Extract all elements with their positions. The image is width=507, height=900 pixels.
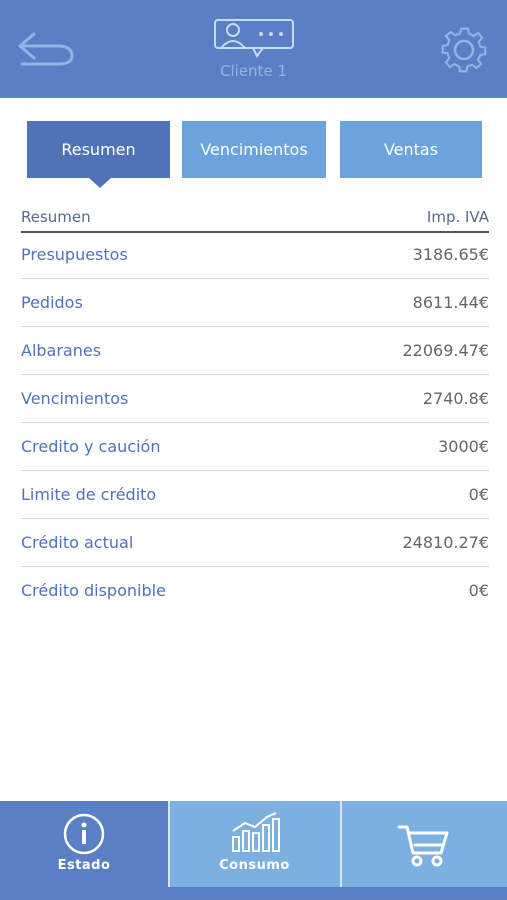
row-value: 24810.27€ xyxy=(402,533,489,552)
row-label: Pedidos xyxy=(21,293,83,312)
bar-chart-icon xyxy=(232,812,280,852)
table-row: Vencimientos 2740.8€ xyxy=(21,375,489,423)
row-value: 0€ xyxy=(468,581,489,600)
row-value: 3000€ xyxy=(438,437,489,456)
nav-estado-button[interactable]: Estado xyxy=(0,801,168,887)
gear-icon xyxy=(441,27,487,73)
tab-ventas[interactable]: Ventas xyxy=(340,121,482,178)
table-row: Pedidos 8611.44€ xyxy=(21,279,489,327)
table-row: Limite de crédito 0€ xyxy=(21,471,489,519)
table-row: Credito y caución 3000€ xyxy=(21,423,489,471)
table-row: Crédito actual 24810.27€ xyxy=(21,519,489,567)
settings-button[interactable] xyxy=(434,24,494,76)
row-value: 22069.47€ xyxy=(402,341,489,360)
row-value: 8611.44€ xyxy=(412,293,489,312)
row-value: 2740.8€ xyxy=(422,389,489,408)
bottom-strip xyxy=(0,887,507,900)
table-header-label: Resumen xyxy=(21,208,91,226)
summary-list: Presupuestos 3186.65€ Pedidos 8611.44€ A… xyxy=(21,231,489,614)
row-value: 3186.65€ xyxy=(412,245,489,264)
row-label: Vencimientos xyxy=(21,389,129,408)
nav-estado-label: Estado xyxy=(57,858,111,873)
row-label: Crédito disponible xyxy=(21,581,166,600)
row-label: Limite de crédito xyxy=(21,485,157,504)
client-chat-icon xyxy=(214,19,294,58)
table-header: Resumen Imp. IVA xyxy=(21,205,489,233)
table-header-amount: Imp. IVA xyxy=(426,208,489,226)
nav-consumo-button[interactable]: Consumo xyxy=(169,801,340,887)
active-tab-pointer xyxy=(88,177,112,188)
table-row: Presupuestos 3186.65€ xyxy=(21,231,489,279)
bottom-nav: Estado Consumo xyxy=(0,801,507,887)
row-label: Crédito actual xyxy=(21,533,134,552)
info-icon xyxy=(63,813,105,855)
row-label: Credito y caución xyxy=(21,437,161,456)
row-value: 0€ xyxy=(468,485,489,504)
row-label: Presupuestos xyxy=(21,245,128,264)
table-row: Crédito disponible 0€ xyxy=(21,567,489,614)
nav-cart-button[interactable] xyxy=(341,801,507,887)
client-name: Cliente 1 xyxy=(220,62,287,80)
row-label: Albaranes xyxy=(21,341,102,360)
nav-consumo-label: Consumo xyxy=(219,858,290,873)
cart-icon xyxy=(397,825,449,867)
tab-resumen[interactable]: Resumen xyxy=(27,121,170,178)
top-bar: Cliente 1 xyxy=(0,0,507,98)
tab-vencimientos[interactable]: Vencimientos xyxy=(182,121,326,178)
table-row: Albaranes 22069.47€ xyxy=(21,327,489,375)
